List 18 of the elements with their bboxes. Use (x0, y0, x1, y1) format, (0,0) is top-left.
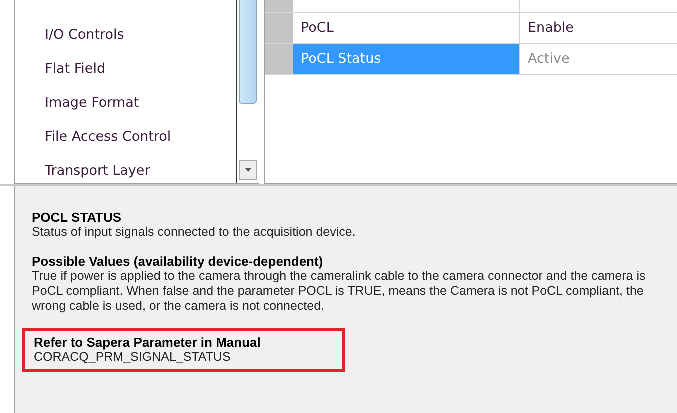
row-header[interactable] (265, 44, 293, 74)
scrollbar-thumb[interactable] (239, 0, 257, 104)
category-item[interactable]: Transport Layer (45, 160, 236, 182)
category-item[interactable]: File Access Control (45, 126, 236, 148)
parameter-value[interactable]: Enable (520, 13, 677, 43)
scroll-down-button[interactable] (239, 160, 257, 180)
row-header[interactable] (265, 13, 293, 43)
caret-icon (244, 168, 252, 172)
values-text: True if power is applied to the camera through the cameralink cable to the camera connector and the camera is PoCL compliant. When false and the parameter POCL is TRUE, means the Camera is not PoCL compliant, the wrong cable is used, or the camera is not connected. (32, 269, 647, 314)
values-heading: Possible Values (availability device-dependent) (32, 254, 324, 269)
category-item[interactable]: Flat Field (45, 58, 236, 80)
reference-value: CORACQ_PRM_SIGNAL_STATUS (34, 350, 232, 365)
description-summary: Status of input signals connected to the acquisition device. (32, 225, 357, 240)
reference-heading: Refer to Sapera Parameter in Manual (34, 335, 262, 350)
category-item[interactable]: I/O Controls (45, 24, 236, 46)
category-item[interactable]: Image Format (45, 92, 236, 114)
description-title: POCL STATUS (32, 210, 123, 225)
row-header[interactable] (265, 0, 293, 12)
